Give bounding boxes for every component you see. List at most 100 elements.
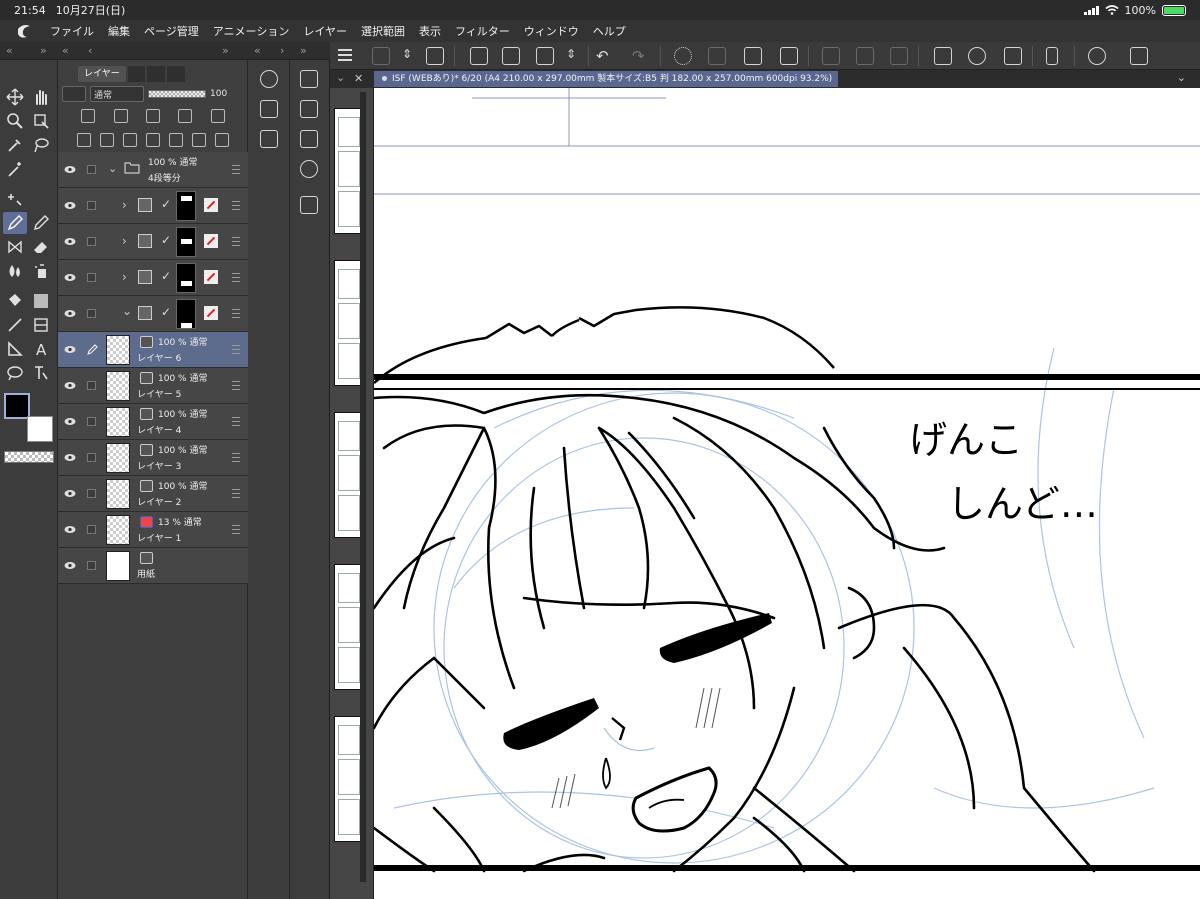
snap-special-ruler-icon[interactable] [968, 47, 986, 65]
layer-menu-icon[interactable] [232, 381, 240, 390]
frame-border-tool-icon[interactable] [29, 314, 53, 336]
chevron-updown-icon[interactable]: ⇕ [566, 47, 584, 65]
layer-row[interactable]: 100 % 通常 レイヤー 3 [58, 440, 248, 476]
operation-tool-icon[interactable] [3, 188, 27, 210]
deselect-icon[interactable] [822, 47, 840, 65]
selection-border-icon[interactable] [890, 47, 908, 65]
save-icon[interactable] [536, 47, 554, 65]
collapse-right-icon[interactable]: » [300, 42, 307, 60]
new-file-icon[interactable] [470, 47, 488, 65]
clip-icon[interactable] [81, 109, 96, 123]
frame-layer-row[interactable]: › ✓ [58, 260, 248, 296]
fill-icon[interactable] [744, 47, 762, 65]
menu-filter[interactable]: フィルター [455, 23, 510, 39]
layer-menu-icon[interactable] [232, 309, 240, 318]
paper-layer-row[interactable]: 用紙 [58, 548, 248, 584]
close-icon[interactable]: ✕ [354, 72, 363, 85]
color-circle-icon[interactable] [260, 70, 278, 88]
transfer-icon[interactable] [145, 133, 160, 147]
layer-menu-icon[interactable] [232, 525, 240, 534]
chevron-right-icon[interactable]: › [122, 270, 127, 284]
mask-off-icon[interactable] [204, 234, 218, 248]
pen-tool-icon[interactable] [3, 212, 27, 234]
opacity-value[interactable]: 100 [210, 89, 227, 99]
frame-layer-row[interactable]: ⌄ ✓ [58, 296, 248, 332]
visibility-eye-icon[interactable] [64, 561, 76, 570]
layer-menu-icon[interactable] [232, 237, 240, 246]
undo-icon[interactable]: ↶ [596, 47, 614, 65]
balloon-tool-icon[interactable] [3, 362, 27, 384]
layer-row[interactable]: 100 % 通常 レイヤー 2 [58, 476, 248, 512]
lock-checkbox[interactable] [87, 237, 96, 246]
menu-window[interactable]: ウィンドウ [524, 23, 579, 39]
smartphone-icon[interactable] [1046, 47, 1058, 65]
chevron-down-icon[interactable]: ⌄ [108, 162, 117, 175]
menu-selection[interactable]: 選択範囲 [361, 23, 405, 39]
visibility-eye-icon[interactable] [64, 345, 76, 354]
blend-mode-select[interactable]: 通常 [90, 86, 144, 102]
combine-icon[interactable] [169, 133, 184, 147]
menu-page-management[interactable]: ページ管理 [144, 23, 199, 39]
tab-layer-property[interactable] [127, 66, 146, 82]
sync-icon[interactable] [300, 160, 318, 178]
frame-layer-row[interactable]: › ✓ [58, 224, 248, 260]
visibility-eye-icon[interactable] [64, 273, 76, 282]
loading-icon[interactable] [674, 47, 692, 65]
zoom-tool-icon[interactable] [3, 110, 27, 132]
correct-line-tool-icon[interactable] [29, 362, 53, 384]
new-raster-layer-icon[interactable] [76, 133, 91, 147]
lock-checkbox[interactable] [87, 453, 96, 462]
ruler-tool-icon[interactable] [3, 338, 27, 360]
trash-icon[interactable] [215, 133, 230, 147]
figure-tool-icon[interactable] [3, 314, 27, 336]
eyedropper-tool-icon[interactable] [3, 134, 27, 156]
text-tool-icon[interactable]: A [29, 338, 53, 360]
menu-help[interactable]: ヘルプ [593, 23, 626, 39]
cloud-icon[interactable] [426, 47, 444, 65]
lock-icon[interactable] [178, 109, 193, 123]
airbrush-tool-icon[interactable] [29, 260, 53, 282]
pencil-tool-icon[interactable] [29, 212, 53, 234]
lock-checkbox[interactable] [87, 309, 96, 318]
snap-ruler-icon[interactable] [934, 47, 952, 65]
collapse-right-icon[interactable]: » [40, 42, 47, 60]
layer-row[interactable]: 100 % 通常 レイヤー 5 [58, 368, 248, 404]
visibility-eye-icon[interactable] [64, 165, 76, 174]
document-tab[interactable]: ISF (WEBあり)* 6/20 (A4 210.00 x 297.00mm … [374, 71, 839, 87]
import-icon[interactable] [300, 70, 318, 88]
lock-checkbox[interactable] [87, 561, 96, 570]
redo-icon[interactable]: ↷ [632, 47, 650, 65]
fullscreen-icon[interactable] [1130, 47, 1148, 65]
lock-checkbox[interactable] [87, 525, 96, 534]
tab-sub-view[interactable] [167, 66, 185, 82]
magic-wand-tool-icon[interactable] [3, 158, 27, 180]
visibility-eye-icon[interactable] [64, 381, 76, 390]
chevron-updown-icon[interactable]: ⇕ [402, 47, 420, 65]
lasso-tool-icon[interactable] [29, 134, 53, 156]
lock-checkbox[interactable] [87, 273, 96, 282]
page-strip-scrollbar[interactable] [360, 92, 366, 882]
chevron-left-icon[interactable]: ‹ [88, 42, 92, 60]
menu-animation[interactable]: アニメーション [213, 23, 290, 39]
decoration-tool-icon[interactable] [3, 236, 27, 258]
layer-menu-icon[interactable] [232, 489, 240, 498]
clear-icon[interactable] [708, 47, 726, 65]
lock-transparency-icon[interactable] [210, 109, 225, 123]
lock-checkbox[interactable] [87, 201, 96, 210]
visibility-eye-icon[interactable] [64, 417, 76, 426]
lock-checkbox[interactable] [87, 381, 96, 390]
transparent-color-swatch[interactable] [4, 451, 54, 463]
transform-icon[interactable] [780, 47, 798, 65]
layer-menu-icon[interactable] [232, 345, 240, 354]
visibility-eye-icon[interactable] [64, 201, 76, 210]
app-logo-icon[interactable] [14, 22, 36, 40]
blend-tool-icon[interactable] [3, 260, 27, 282]
layer-row[interactable]: 13 % 通常 レイヤー 1 [58, 512, 248, 548]
gradient-tool-icon[interactable] [29, 290, 53, 312]
lock-checkbox[interactable] [87, 489, 96, 498]
layer-row[interactable]: 100 % 通常 レイヤー 4 [58, 404, 248, 440]
chevron-right-icon[interactable]: › [280, 42, 284, 60]
frame-layer-row[interactable]: › ✓ [58, 188, 248, 224]
layer-folder-row[interactable]: ⌄ 100 % 通常 4段等分 [58, 152, 248, 188]
open-icon[interactable] [502, 47, 520, 65]
